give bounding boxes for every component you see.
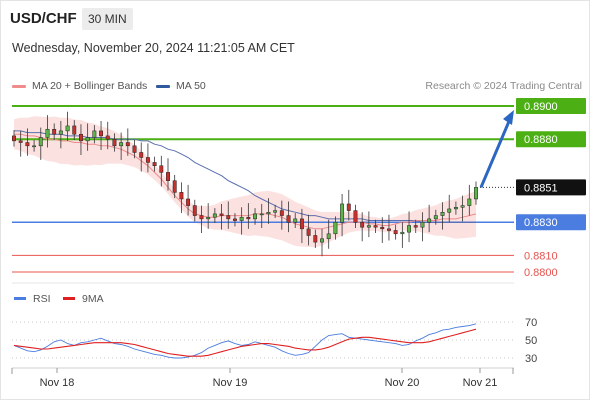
candle-body [139, 152, 144, 158]
candle-body [85, 137, 90, 142]
candle-body [427, 218, 432, 223]
candle-body [366, 225, 371, 228]
candle-body [279, 210, 284, 216]
candle-body [353, 210, 358, 223]
level-label-0.8830: 0.8830 [524, 217, 558, 229]
candle-body [286, 215, 291, 223]
rsi-tick-50: 50 [525, 335, 537, 347]
candle-body [373, 225, 378, 228]
rsi-legend-label: RSI [33, 293, 51, 305]
candle-body [306, 228, 311, 236]
level-label-0.8810: 0.8810 [524, 250, 558, 262]
candle-body [119, 142, 124, 147]
candle-body [340, 203, 345, 223]
ma9-legend-label: 9MA [82, 293, 104, 305]
candle-body [226, 215, 231, 220]
candle-body [460, 205, 465, 208]
rsi-legend-swatch [14, 297, 26, 300]
candle-body [393, 230, 398, 235]
level-label-0.8880: 0.8880 [524, 134, 558, 146]
candle-body [145, 157, 150, 163]
candle-body [413, 225, 418, 228]
candle-body [360, 221, 365, 228]
candle-body [206, 216, 211, 220]
candle-body [32, 145, 37, 148]
x-tick-nov-21: Nov 21 [463, 377, 498, 389]
rsi-tick-70: 70 [525, 317, 537, 329]
candle-body [79, 133, 83, 142]
rsi-line [13, 323, 477, 359]
candle-body [212, 213, 217, 218]
candle-body [45, 128, 50, 138]
candle-body [105, 135, 110, 140]
candle-body [186, 198, 191, 206]
bollinger-band [14, 116, 476, 248]
level-label-0.8800: 0.8800 [524, 267, 558, 279]
level-label-0.8900: 0.8900 [524, 101, 558, 113]
candle-body [333, 221, 338, 235]
candle-body [440, 211, 445, 216]
candle-body [199, 215, 204, 220]
candle-body [192, 205, 197, 216]
candle-body [132, 145, 137, 153]
candle-body [407, 225, 411, 233]
candle-body [172, 180, 177, 193]
x-tick-nov-19: Nov 19 [213, 377, 248, 389]
candle-body [179, 192, 184, 200]
candle-body [125, 142, 130, 147]
candle-body [380, 226, 385, 230]
candle-body [293, 218, 298, 223]
ma9-legend-swatch [63, 297, 75, 300]
candle-body [420, 221, 425, 228]
candle-body [25, 142, 30, 147]
candle-body [219, 213, 224, 216]
level-label-0.8851: 0.8851 [524, 182, 558, 194]
candle-body [387, 228, 391, 231]
candle-body [346, 203, 351, 211]
candle-body [273, 210, 278, 213]
candle-body [433, 215, 438, 220]
candle-body [58, 130, 63, 135]
candle-body [52, 128, 57, 135]
candle-body [12, 135, 16, 142]
candle-body [99, 130, 103, 137]
candle-body [326, 233, 331, 240]
candle-body [38, 137, 43, 147]
candle-body [233, 218, 237, 221]
candle-body [400, 231, 405, 235]
candle-body [299, 218, 304, 230]
rsi-tick-30: 30 [525, 353, 537, 365]
candle-body [474, 187, 478, 200]
candle-body [266, 211, 271, 215]
candle-body [467, 198, 472, 206]
x-tick-nov-20: Nov 20 [385, 377, 420, 389]
candle-body [320, 238, 324, 243]
price-chart: 0.8900 0.8880 0.8851 0.8830 0.8810 0.8800 RSI 9… [11, 98, 586, 389]
candle-body [65, 125, 70, 132]
candle-body [246, 216, 251, 220]
candle-body [92, 130, 97, 138]
x-tick-nov-18: Nov 18 [40, 377, 75, 389]
candle-body [313, 235, 318, 243]
candle-body [112, 138, 117, 147]
candle-body [453, 207, 458, 210]
candle-body [18, 140, 23, 143]
candle-body [166, 172, 170, 181]
candle-body [253, 213, 257, 220]
candle-body [259, 213, 264, 216]
candle-body [152, 162, 157, 167]
candle-body [239, 216, 244, 221]
candle-body [159, 165, 164, 173]
candle-body [447, 208, 452, 213]
forecast-arrow-shaft [479, 118, 512, 188]
candle-body [72, 125, 77, 135]
